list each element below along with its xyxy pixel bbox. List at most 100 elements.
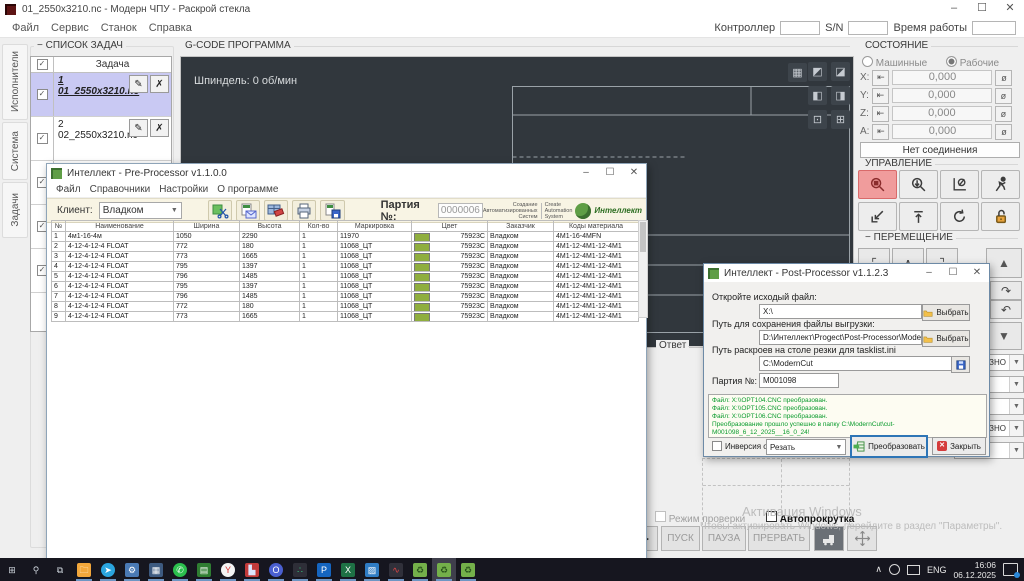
mode-select[interactable]: Резать ▼: [766, 439, 846, 455]
task-row[interactable]: ✓ 2 02_2550x3210.nc ✎ ✗: [31, 117, 171, 161]
editor-icon[interactable]: ▤: [192, 558, 216, 581]
cutpath-field[interactable]: C:\ModernCut: [759, 356, 952, 371]
jog-y-minus-button[interactable]: ▼: [986, 322, 1022, 350]
home-axis-icon[interactable]: ⇤: [872, 88, 889, 104]
task-checkbox[interactable]: ✓: [37, 133, 48, 144]
zero-axis-icon[interactable]: ø: [995, 70, 1012, 86]
fit-view-icon[interactable]: ⊞: [831, 110, 850, 129]
column-header[interactable]: Маркировка: [338, 221, 412, 232]
crosshair-button[interactable]: [847, 526, 877, 551]
intellect-app-icon[interactable]: ♻: [408, 558, 432, 581]
minimize-button[interactable]: –: [940, 0, 968, 18]
work-coords-radio[interactable]: [946, 56, 957, 67]
column-header[interactable]: Цвет: [412, 221, 488, 232]
whatsapp-icon[interactable]: ✆: [168, 558, 192, 581]
save-settings-button[interactable]: [951, 356, 970, 373]
menu-help[interactable]: Справка: [149, 22, 192, 34]
column-header[interactable]: Коды материала: [554, 221, 639, 232]
menu-settings[interactable]: Настройки: [159, 184, 208, 195]
home-axis-icon[interactable]: ⇤: [872, 106, 889, 122]
zero-axis-icon[interactable]: ø: [995, 124, 1012, 140]
calculator-icon[interactable]: ▦: [144, 558, 168, 581]
search-button[interactable]: ⚲: [24, 558, 48, 581]
invert-axes-checkbox[interactable]: [712, 441, 722, 451]
scrollbar-thumb[interactable]: [640, 222, 646, 252]
batch-number-field[interactable]: 0000006: [438, 203, 483, 218]
select-all-checkbox[interactable]: ✓: [37, 59, 48, 70]
close-dialog-button[interactable]: ✕ Закрыть: [932, 437, 986, 455]
table-row[interactable]: 74-12-4-12-4 FLOAT7961485111068_ЦТ75923C…: [52, 292, 639, 302]
print-button[interactable]: [292, 200, 316, 221]
save-export-button[interactable]: [320, 200, 344, 221]
pc-settings-icon[interactable]: ⚙: [120, 558, 144, 581]
language-indicator[interactable]: ENG: [927, 565, 947, 575]
autoscroll-checkbox[interactable]: [766, 511, 777, 522]
table-row[interactable]: 64-12-4-12-4 FLOAT7951397111068_ЦТ75923C…: [52, 282, 639, 292]
task-checkbox[interactable]: ✓: [37, 89, 48, 100]
check-mode-checkbox[interactable]: [655, 511, 666, 522]
view-iso-icon[interactable]: ◪: [831, 62, 850, 81]
center-view-icon[interactable]: ⊡: [808, 110, 827, 129]
send-email-button[interactable]: [236, 200, 260, 221]
browse-source-button[interactable]: Выбрать: [922, 304, 970, 321]
intellect-app-icon-2[interactable]: ♻: [432, 558, 456, 581]
zero-coords-button[interactable]: [940, 170, 979, 199]
publisher-icon[interactable]: P: [312, 558, 336, 581]
home-axis-icon[interactable]: ⇤: [872, 70, 889, 86]
table-scrollbar[interactable]: [638, 220, 648, 318]
home-axis-icon[interactable]: ⇤: [872, 124, 889, 140]
tool-up-button[interactable]: [899, 202, 938, 231]
abort-button[interactable]: ПРЕРВАТЬ: [748, 526, 810, 551]
sn-field[interactable]: [848, 21, 888, 35]
maximize-button[interactable]: ☐: [968, 0, 996, 18]
delete-task-button[interactable]: ✗: [150, 75, 169, 93]
opera-icon[interactable]: O: [264, 558, 288, 581]
save-app-icon[interactable]: ▙: [240, 558, 264, 581]
close-button[interactable]: ✕: [996, 0, 1024, 18]
intellect-app-icon-3[interactable]: ♻: [456, 558, 480, 581]
close-button[interactable]: ✕: [622, 165, 646, 181]
convert-button[interactable]: Преобразовать: [850, 435, 928, 458]
menu-references[interactable]: Справочники: [90, 184, 151, 195]
browse-save-button[interactable]: Выбрать: [922, 330, 970, 347]
task-column-header[interactable]: Задача: [54, 57, 171, 72]
clock[interactable]: 16:06 06.12.2025: [953, 560, 996, 580]
delete-task-button[interactable]: ✗: [150, 119, 169, 137]
table-row[interactable]: 24-12-4-12-4 FLOAT772180111068_ЦТ75923CВ…: [52, 242, 639, 252]
task-row[interactable]: ✓ 1 01_2550x3210.nc ✎ ✗: [31, 73, 171, 117]
column-header[interactable]: Кол-во: [300, 221, 338, 232]
notification-center-icon[interactable]: [1003, 563, 1018, 576]
unlock-button[interactable]: [981, 202, 1020, 231]
batch-number-field[interactable]: M001098: [759, 373, 839, 388]
cut-button[interactable]: [208, 200, 232, 221]
table-row[interactable]: 84-12-4-12-4 FLOAT772180111068_ЦТ75923CВ…: [52, 302, 639, 312]
rotate-ccw-button[interactable]: ↶: [990, 300, 1022, 319]
worktime-field[interactable]: [972, 21, 1016, 35]
maximize-button[interactable]: ☐: [941, 265, 965, 281]
zoom-focus-button[interactable]: [858, 170, 897, 199]
column-header[interactable]: Наименование: [66, 221, 174, 232]
table-row[interactable]: 34-12-4-12-4 FLOAT7731665111068_ЦТ75923C…: [52, 252, 639, 262]
menu-about[interactable]: О программе: [217, 184, 278, 195]
collapse-icon[interactable]: −: [865, 232, 871, 243]
collapse-icon[interactable]: −: [37, 40, 43, 51]
view-top-icon[interactable]: ◩: [808, 62, 827, 81]
reset-button[interactable]: [940, 202, 979, 231]
edit-task-button[interactable]: ✎: [129, 119, 148, 137]
minimize-button[interactable]: –: [917, 265, 941, 281]
tab-system[interactable]: Система: [2, 122, 28, 180]
zero-axis-icon[interactable]: ø: [995, 106, 1012, 122]
chart-app-icon[interactable]: ∿: [384, 558, 408, 581]
telegram-icon[interactable]: ➤: [96, 558, 120, 581]
machine-coords-radio[interactable]: [862, 56, 873, 67]
column-header[interactable]: Ширина: [174, 221, 240, 232]
tab-tasks[interactable]: Задачи: [2, 182, 28, 238]
column-header[interactable]: Высота: [240, 221, 300, 232]
machine-view-button[interactable]: [814, 526, 844, 551]
table-row[interactable]: 44-12-4-12-4 FLOAT7951397111068_ЦТ75923C…: [52, 262, 639, 272]
run-button[interactable]: [981, 170, 1020, 199]
explorer-icon[interactable]: 🗀: [72, 558, 96, 581]
zoom-search-button[interactable]: [899, 170, 938, 199]
menu-file[interactable]: Файл: [12, 22, 39, 34]
jog-y-plus-button[interactable]: ▲: [986, 248, 1022, 278]
